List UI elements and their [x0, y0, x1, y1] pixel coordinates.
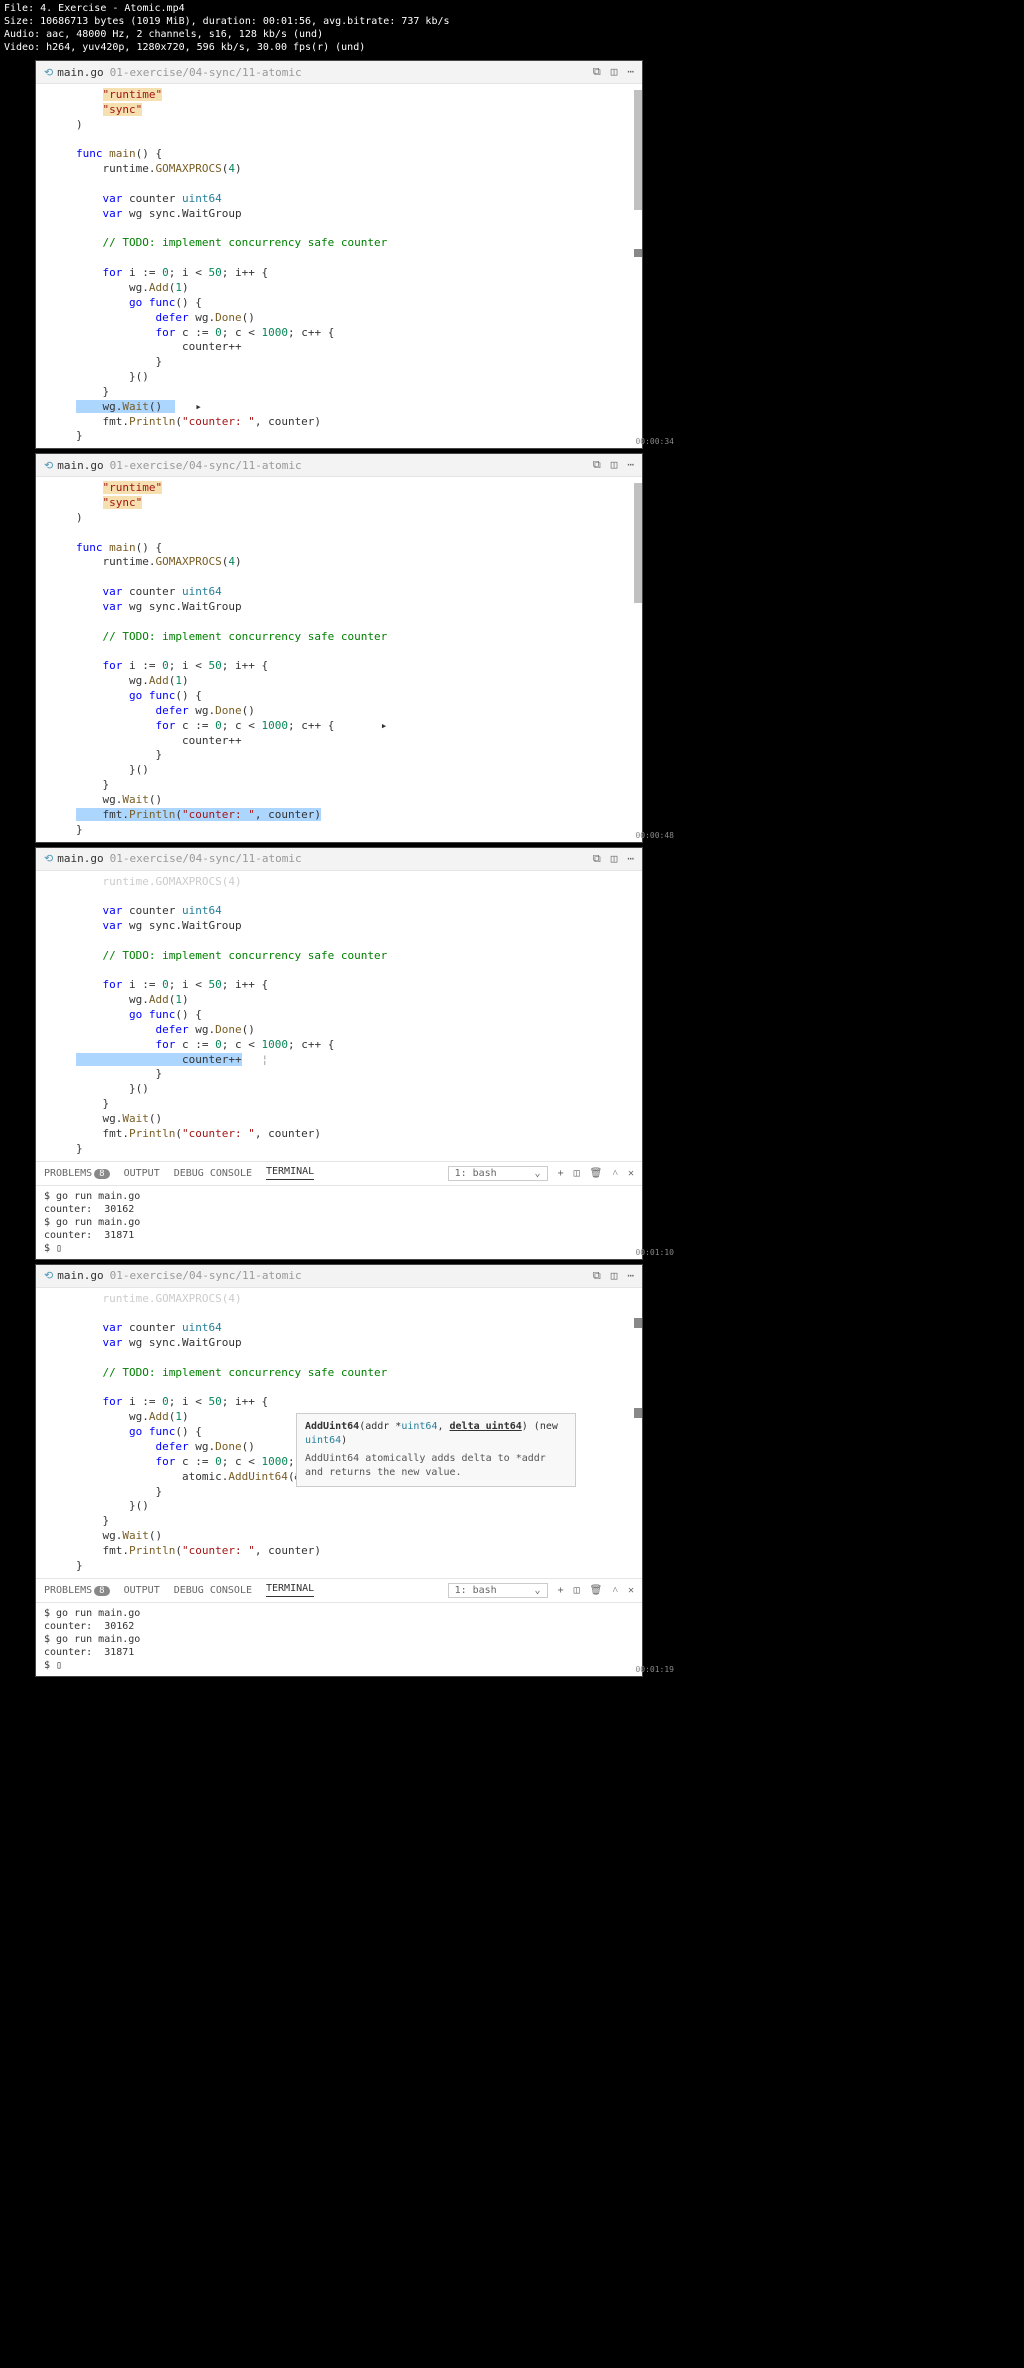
compare-icon[interactable]: ⧉ — [593, 1269, 601, 1283]
tab-filename[interactable]: main.go — [57, 1269, 103, 1282]
line-gutter — [36, 1288, 76, 1578]
meta-video: Video: h264, yuv420p, 1280x720, 596 kb/s… — [4, 41, 674, 54]
terminal-output[interactable]: $ go run main.go counter: 30162 $ go run… — [36, 1603, 642, 1676]
editor-panel-2: ⟲ main.go 01-exercise/04-sync/11-atomic … — [35, 453, 643, 842]
tab-actions: ⧉ ◫ ⋯ — [593, 1269, 634, 1283]
split-icon[interactable]: ◫ — [611, 458, 618, 472]
tab-problems[interactable]: PROBLEMS8 — [44, 1585, 110, 1596]
timestamp-2: 00:00:48 — [635, 831, 674, 840]
maximize-icon[interactable]: ˄ — [612, 1585, 618, 1596]
scrollbar-thumb[interactable] — [634, 90, 642, 210]
split-terminal-icon[interactable]: ◫ — [574, 1168, 580, 1179]
code-editor[interactable]: "runtime" "sync" ) func main() { runtime… — [36, 84, 642, 448]
tab-output[interactable]: OUTPUT — [124, 1168, 160, 1179]
problems-badge: 8 — [94, 1169, 109, 1179]
go-file-icon: ⟲ — [44, 459, 53, 472]
split-icon[interactable]: ◫ — [611, 852, 618, 866]
line-gutter — [36, 871, 76, 1161]
line-gutter — [36, 84, 76, 448]
more-icon[interactable]: ⋯ — [627, 458, 634, 472]
terminal-output[interactable]: $ go run main.go counter: 30162 $ go run… — [36, 1186, 642, 1259]
tooltip-signature: AddUint64(addr *uint64, delta uint64) (n… — [305, 1420, 567, 1448]
tab-bar: ⟲ main.go 01-exercise/04-sync/11-atomic … — [36, 848, 642, 871]
split-icon[interactable]: ◫ — [611, 1269, 618, 1283]
panel-tab-bar: PROBLEMS8 OUTPUT DEBUG CONSOLE TERMINAL … — [36, 1161, 642, 1186]
editor-panel-1: ⟲ main.go 01-exercise/04-sync/11-atomic … — [35, 60, 643, 449]
tab-actions: ⧉ ◫ ⋯ — [593, 65, 634, 79]
tab-terminal[interactable]: TERMINAL — [266, 1583, 314, 1597]
tab-bar: ⟲ main.go 01-exercise/04-sync/11-atomic … — [36, 61, 642, 84]
code-editor[interactable]: "runtime" "sync" ) func main() { runtime… — [36, 477, 642, 841]
compare-icon[interactable]: ⧉ — [593, 65, 601, 79]
more-icon[interactable]: ⋯ — [627, 1269, 634, 1283]
problems-badge: 8 — [94, 1586, 109, 1596]
meta-size: Size: 10686713 bytes (1019 MiB), duratio… — [4, 15, 674, 28]
close-panel-icon[interactable]: ✕ — [628, 1168, 634, 1179]
tab-filepath: 01-exercise/04-sync/11-atomic — [110, 852, 302, 865]
chevron-down-icon: ⌄ — [535, 1168, 541, 1179]
code-body[interactable]: "runtime" "sync" ) func main() { runtime… — [76, 477, 642, 841]
tab-filename[interactable]: main.go — [57, 459, 103, 472]
file-meta-header: File: 4. Exercise - Atomic.mp4 Size: 106… — [0, 0, 678, 56]
code-body[interactable]: runtime.GOMAXPROCS(4) var counter uint64… — [76, 871, 642, 1161]
signature-help-tooltip: AddUint64(addr *uint64, delta uint64) (n… — [296, 1413, 576, 1487]
tab-terminal[interactable]: TERMINAL — [266, 1166, 314, 1180]
tab-problems[interactable]: PROBLEMS8 — [44, 1168, 110, 1179]
timestamp-3: 00:01:10 — [635, 1248, 674, 1257]
go-file-icon: ⟲ — [44, 1269, 53, 1282]
timestamp-1: 00:00:34 — [635, 437, 674, 446]
more-icon[interactable]: ⋯ — [627, 65, 634, 79]
scroll-marker — [634, 249, 642, 257]
code-body[interactable]: "runtime" "sync" ) func main() { runtime… — [76, 84, 642, 448]
code-editor[interactable]: runtime.GOMAXPROCS(4) var counter uint64… — [36, 1288, 642, 1578]
code-editor[interactable]: runtime.GOMAXPROCS(4) var counter uint64… — [36, 871, 642, 1161]
timestamp-4: 00:01:19 — [635, 1665, 674, 1674]
meta-audio: Audio: aac, 48000 Hz, 2 channels, s16, 1… — [4, 28, 674, 41]
split-terminal-icon[interactable]: ◫ — [574, 1585, 580, 1596]
tab-actions: ⧉ ◫ ⋯ — [593, 852, 634, 866]
tab-filename[interactable]: main.go — [57, 66, 103, 79]
split-icon[interactable]: ◫ — [611, 65, 618, 79]
tab-filepath: 01-exercise/04-sync/11-atomic — [110, 1269, 302, 1282]
compare-icon[interactable]: ⧉ — [593, 458, 601, 472]
go-file-icon: ⟲ — [44, 852, 53, 865]
tab-filename[interactable]: main.go — [57, 852, 103, 865]
tab-debug-console[interactable]: DEBUG CONSOLE — [174, 1168, 252, 1179]
go-file-icon: ⟲ — [44, 66, 53, 79]
scroll-marker — [634, 1318, 642, 1328]
scrollbar-thumb[interactable] — [634, 483, 642, 603]
chevron-down-icon: ⌄ — [535, 1585, 541, 1596]
tooltip-description: AddUint64 atomically adds delta to *addr… — [305, 1452, 567, 1480]
scroll-marker — [634, 1408, 642, 1418]
tab-bar: ⟲ main.go 01-exercise/04-sync/11-atomic … — [36, 1265, 642, 1288]
compare-icon[interactable]: ⧉ — [593, 852, 601, 866]
trash-icon[interactable]: 🗑 — [590, 1585, 603, 1596]
editor-panel-4: ⟲ main.go 01-exercise/04-sync/11-atomic … — [35, 1264, 643, 1677]
meta-file: File: 4. Exercise - Atomic.mp4 — [4, 2, 674, 15]
new-terminal-icon[interactable]: + — [558, 1168, 564, 1179]
tab-bar: ⟲ main.go 01-exercise/04-sync/11-atomic … — [36, 454, 642, 477]
new-terminal-icon[interactable]: + — [558, 1585, 564, 1596]
tab-debug-console[interactable]: DEBUG CONSOLE — [174, 1585, 252, 1596]
tab-filepath: 01-exercise/04-sync/11-atomic — [110, 459, 302, 472]
tab-output[interactable]: OUTPUT — [124, 1585, 160, 1596]
more-icon[interactable]: ⋯ — [627, 852, 634, 866]
tab-filepath: 01-exercise/04-sync/11-atomic — [110, 66, 302, 79]
line-gutter — [36, 477, 76, 841]
tab-actions: ⧉ ◫ ⋯ — [593, 458, 634, 472]
maximize-icon[interactable]: ˄ — [612, 1168, 618, 1179]
close-panel-icon[interactable]: ✕ — [628, 1585, 634, 1596]
panel-tab-bar: PROBLEMS8 OUTPUT DEBUG CONSOLE TERMINAL … — [36, 1578, 642, 1603]
trash-icon[interactable]: 🗑 — [590, 1168, 603, 1179]
editor-panel-3: ⟲ main.go 01-exercise/04-sync/11-atomic … — [35, 847, 643, 1260]
terminal-select[interactable]: 1: bash⌄ — [448, 1583, 548, 1598]
terminal-select[interactable]: 1: bash⌄ — [448, 1166, 548, 1181]
